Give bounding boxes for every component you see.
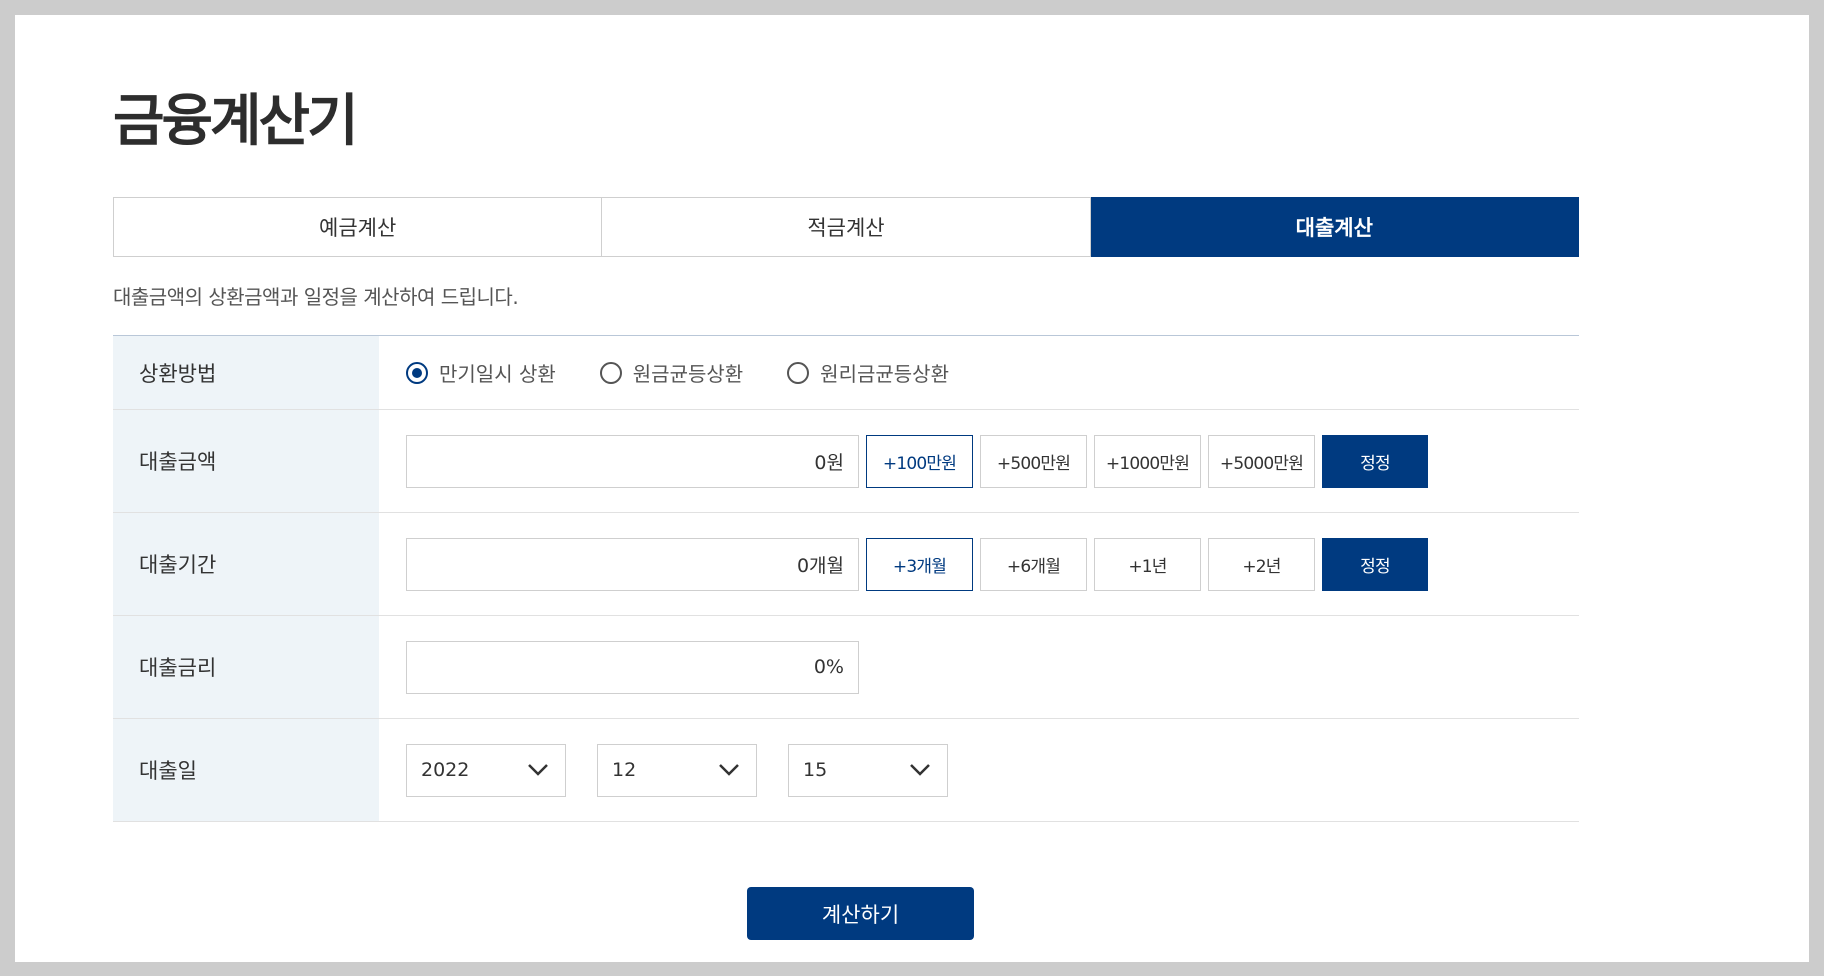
calculator-panel: 금융계산기 예금계산 적금계산 대출계산 대출금액의 상환금액과 일정을 계산하… bbox=[15, 15, 1809, 962]
period-reset-button[interactable]: 정정 bbox=[1322, 537, 1428, 591]
month-select[interactable]: 12 bbox=[597, 743, 757, 797]
amount-field: +100만원 +500만원 +1000만원 +5000만원 정정 bbox=[379, 410, 1579, 512]
tab-loan[interactable]: 대출계산 bbox=[1090, 197, 1579, 257]
month-value: 12 bbox=[612, 759, 637, 781]
rate-label: 대출금리 bbox=[113, 616, 379, 718]
radio-equal-principal[interactable]: 원금균등상환 bbox=[599, 358, 744, 387]
rate-row: 대출금리 bbox=[113, 616, 1579, 719]
loan-form: 상환방법 만기일시 상환 원금균등상환 원리금균등상환 대출금액 0원 +100… bbox=[113, 335, 1579, 822]
add-1000-button[interactable]: +1000만원 bbox=[1094, 434, 1201, 488]
chevron-down-icon bbox=[910, 764, 930, 776]
radio-lump-sum-label: 만기일시 상환 bbox=[439, 362, 556, 386]
page-title: 금융계산기 bbox=[113, 89, 359, 154]
day-select[interactable]: 15 bbox=[788, 743, 948, 797]
day-value: 15 bbox=[803, 759, 828, 781]
radio-equal-installment[interactable]: 원리금균등상환 bbox=[787, 358, 949, 387]
amount-input[interactable] bbox=[406, 434, 859, 488]
tab-savings[interactable]: 적금계산 bbox=[602, 197, 1091, 257]
add-3-months-button[interactable]: +3개월 bbox=[866, 537, 973, 591]
add-6-months-button[interactable]: +6개월 bbox=[980, 537, 1087, 591]
period-label: 대출기간 bbox=[113, 513, 379, 615]
page-description: 대출금액의 상환금액과 일정을 계산하여 드립니다. bbox=[113, 285, 519, 309]
add-100-button[interactable]: +100만원 bbox=[866, 434, 973, 488]
radio-unchecked-icon bbox=[599, 361, 622, 384]
radio-equal-principal-label: 원금균등상환 bbox=[632, 362, 744, 386]
amount-reset-button[interactable]: 정정 bbox=[1322, 434, 1428, 488]
radio-lump-sum[interactable]: 만기일시 상환 bbox=[406, 358, 556, 387]
rate-field bbox=[379, 616, 1579, 718]
year-select[interactable]: 2022 bbox=[406, 743, 566, 797]
add-5000-button[interactable]: +5000만원 bbox=[1208, 434, 1315, 488]
date-field: 2022 12 15 bbox=[379, 719, 1579, 821]
repayment-label: 상환방법 bbox=[113, 336, 379, 409]
add-500-button[interactable]: +500만원 bbox=[980, 434, 1087, 488]
add-2-years-button[interactable]: +2년 bbox=[1208, 537, 1315, 591]
chevron-down-icon bbox=[719, 764, 739, 776]
radio-equal-installment-label: 원리금균등상환 bbox=[820, 362, 949, 386]
repayment-row: 상환방법 만기일시 상환 원금균등상환 원리금균등상환 bbox=[113, 336, 1579, 410]
tab-deposit[interactable]: 예금계산 bbox=[113, 197, 603, 257]
repayment-options: 만기일시 상환 원금균등상환 원리금균등상환 bbox=[379, 336, 1579, 409]
date-label: 대출일 bbox=[113, 719, 379, 821]
calculate-button[interactable]: 계산하기 bbox=[747, 887, 974, 940]
period-input[interactable] bbox=[406, 537, 859, 591]
calculator-tabs: 예금계산 적금계산 대출계산 bbox=[113, 197, 1579, 257]
period-field: +3개월 +6개월 +1년 +2년 정정 bbox=[379, 513, 1579, 615]
date-row: 대출일 2022 12 15 bbox=[113, 719, 1579, 822]
chevron-down-icon bbox=[528, 764, 548, 776]
add-1-year-button[interactable]: +1년 bbox=[1094, 537, 1201, 591]
amount-label: 대출금액 bbox=[113, 410, 379, 512]
radio-unchecked-icon bbox=[787, 361, 810, 384]
radio-checked-icon bbox=[406, 361, 428, 384]
year-value: 2022 bbox=[421, 759, 470, 781]
period-row: 대출기간 +3개월 +6개월 +1년 +2년 정정 bbox=[113, 513, 1579, 616]
amount-row: 대출금액 +100만원 +500만원 +1000만원 +5000만원 정정 bbox=[113, 410, 1579, 513]
rate-input[interactable] bbox=[406, 640, 859, 694]
